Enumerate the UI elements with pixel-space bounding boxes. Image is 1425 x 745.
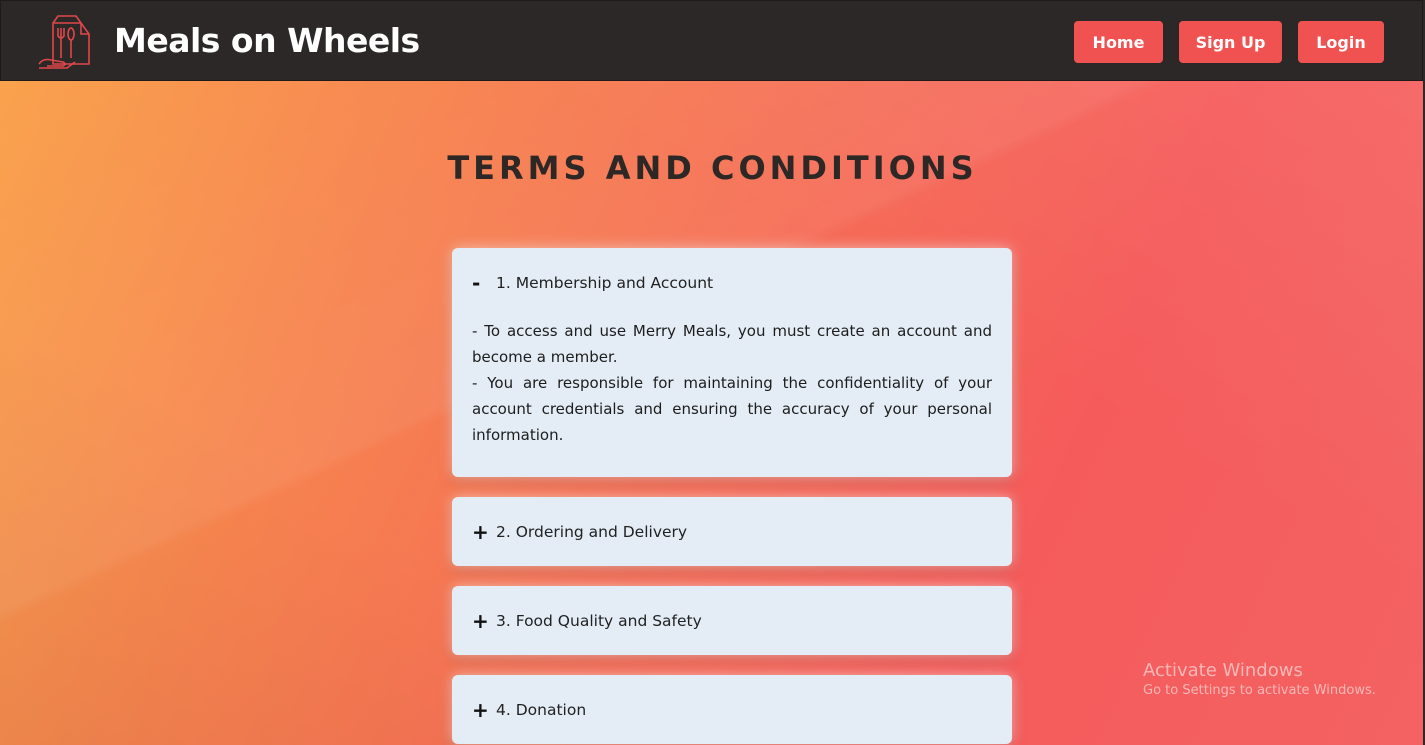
plus-icon: + <box>472 697 489 722</box>
watermark-subtitle: Go to Settings to activate Windows. <box>1143 683 1376 698</box>
accordion-item-ordering: + 2. Ordering and Delivery <box>452 497 1012 566</box>
plus-icon: + <box>472 608 489 633</box>
accordion-body-membership: - To access and use Merry Meals, you mus… <box>472 318 992 448</box>
accordion-item-membership: - 1. Membership and Account - To access … <box>452 248 1012 477</box>
login-button[interactable]: Login <box>1298 21 1384 63</box>
brand-name[interactable]: Meals on Wheels <box>114 21 420 60</box>
accordion-item-food-quality: + 3. Food Quality and Safety <box>452 586 1012 655</box>
accordion-title: 2. Ordering and Delivery <box>496 522 688 541</box>
page-title: TERMS AND CONDITIONS <box>447 149 978 187</box>
accordion-title: 4. Donation <box>496 700 587 719</box>
accordion-header-donation[interactable]: + 4. Donation <box>472 675 992 744</box>
windows-activation-watermark: Activate Windows Go to Settings to activ… <box>1143 660 1376 698</box>
main-content: TERMS AND CONDITIONS - 1. Membership and… <box>0 81 1423 745</box>
accordion-header-ordering[interactable]: + 2. Ordering and Delivery <box>472 497 992 566</box>
accordion-header-membership[interactable]: - 1. Membership and Account <box>472 248 992 317</box>
accordion-title: 1. Membership and Account <box>496 273 714 292</box>
terms-paragraph: - To access and use Merry Meals, you mus… <box>472 322 992 366</box>
meal-bag-logo-icon <box>38 15 90 69</box>
accordion-title: 3. Food Quality and Safety <box>496 611 702 630</box>
accordion-item-donation: + 4. Donation <box>452 675 1012 744</box>
terms-paragraph: - You are responsible for maintaining th… <box>472 374 992 444</box>
accordion-header-food-quality[interactable]: + 3. Food Quality and Safety <box>472 586 992 655</box>
minus-icon: - <box>472 270 481 295</box>
sign-up-button[interactable]: Sign Up <box>1179 21 1282 63</box>
home-button[interactable]: Home <box>1074 21 1163 63</box>
top-navbar: Meals on Wheels Home Sign Up Login <box>0 0 1423 81</box>
plus-icon: + <box>472 519 489 544</box>
watermark-title: Activate Windows <box>1143 660 1303 681</box>
